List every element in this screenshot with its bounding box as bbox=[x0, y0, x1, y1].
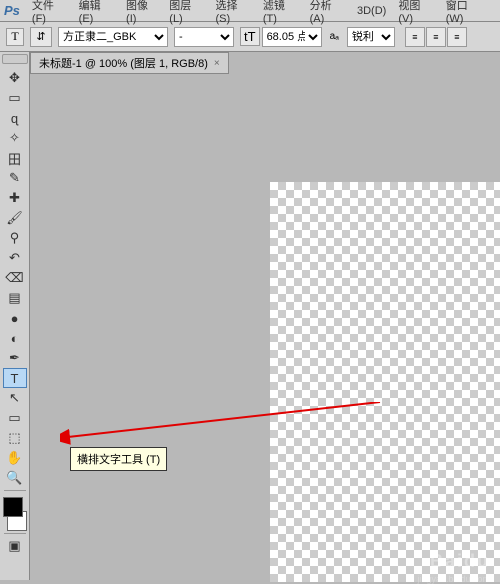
menu-edit[interactable]: 编辑(E) bbox=[79, 0, 114, 25]
stamp-tool[interactable]: ⚲ bbox=[3, 228, 27, 248]
document-tab[interactable]: 未标题-1 @ 100% (图层 1, RGB/8) × bbox=[30, 52, 229, 74]
tool-tooltip: 横排文字工具 (T) bbox=[70, 447, 167, 471]
eyedropper-tool[interactable]: ✎ bbox=[3, 168, 27, 188]
toolbox-separator bbox=[4, 490, 26, 491]
align-center-button[interactable]: ≡ bbox=[426, 27, 446, 47]
watermark-sub: jingyan.baidu.com bbox=[417, 574, 490, 584]
lasso-tool[interactable]: ɋ bbox=[3, 108, 27, 128]
close-icon[interactable]: × bbox=[214, 58, 220, 69]
antialias-select[interactable]: 锐利 bbox=[347, 27, 395, 47]
menu-select[interactable]: 选择(S) bbox=[215, 0, 250, 25]
watermark: Baidu bbox=[430, 551, 490, 572]
brush-tool[interactable]: 🖌 bbox=[3, 208, 27, 228]
screen-mode-button[interactable]: ▣ bbox=[3, 536, 27, 556]
current-tool-icon[interactable]: T bbox=[6, 28, 24, 46]
eraser-tool[interactable]: ⌫ bbox=[3, 268, 27, 288]
menu-file[interactable]: 文件(F) bbox=[32, 0, 67, 25]
font-style-select[interactable]: - bbox=[174, 27, 234, 47]
path-selection-tool[interactable]: ↖ bbox=[3, 388, 27, 408]
crop-tool[interactable]: ⽥ bbox=[3, 148, 27, 168]
menu-analysis[interactable]: 分析(A) bbox=[310, 0, 345, 25]
move-tool[interactable]: ✥ bbox=[3, 68, 27, 88]
magic-wand-tool[interactable]: ✧ bbox=[3, 128, 27, 148]
3d-tool[interactable]: ⬚ bbox=[3, 428, 27, 448]
zoom-tool[interactable]: 🔍 bbox=[3, 468, 27, 488]
menu-image[interactable]: 图像(I) bbox=[126, 0, 157, 25]
toolbox-grip[interactable] bbox=[2, 54, 28, 64]
shape-tool[interactable]: ▭ bbox=[3, 408, 27, 428]
align-right-button[interactable]: ≡ bbox=[447, 27, 467, 47]
font-size-group: tT 68.05 点 bbox=[240, 27, 322, 47]
history-brush-tool[interactable]: ↶ bbox=[3, 248, 27, 268]
font-family-select[interactable]: 方正隶二_GBK bbox=[58, 27, 168, 47]
gradient-tool[interactable]: ▤ bbox=[3, 288, 27, 308]
dodge-tool[interactable]: ◐ bbox=[3, 328, 27, 348]
text-align-group: ≡ ≡ ≡ bbox=[405, 27, 467, 47]
toolbox-separator-2 bbox=[4, 533, 26, 534]
marquee-tool[interactable]: ▭ bbox=[3, 88, 27, 108]
foreground-color[interactable] bbox=[3, 497, 23, 517]
canvas-area: 未标题-1 @ 100% (图层 1, RGB/8) × 横排文字工具 (T) … bbox=[30, 52, 500, 580]
hand-tool[interactable]: ✋ bbox=[3, 448, 27, 468]
menu-view[interactable]: 视图(V) bbox=[398, 0, 433, 25]
menu-filter[interactable]: 滤镜(T) bbox=[263, 0, 298, 25]
app-logo: Ps bbox=[4, 3, 20, 18]
document-canvas[interactable] bbox=[270, 182, 500, 582]
type-tool[interactable]: T bbox=[3, 368, 27, 388]
menu-window[interactable]: 窗口(W) bbox=[446, 0, 484, 25]
menu-3d[interactable]: 3D(D) bbox=[357, 5, 386, 17]
toolbox: ✥ ▭ ɋ ✧ ⽥ ✎ ✚ 🖌 ⚲ ↶ ⌫ ▤ ● ◐ ✒ T ↖ ▭ ⬚ ✋ … bbox=[0, 52, 30, 580]
menu-bar: Ps 文件(F) 编辑(E) 图像(I) 图层(L) 选择(S) 滤镜(T) 分… bbox=[0, 0, 500, 22]
pen-tool[interactable]: ✒ bbox=[3, 348, 27, 368]
align-left-button[interactable]: ≡ bbox=[405, 27, 425, 47]
document-tab-label: 未标题-1 @ 100% (图层 1, RGB/8) bbox=[39, 55, 208, 71]
font-size-icon: tT bbox=[240, 27, 260, 46]
font-size-select[interactable]: 68.05 点 bbox=[262, 27, 322, 47]
text-orientation-button[interactable]: ⇵ bbox=[30, 27, 52, 47]
menu-layer[interactable]: 图层(L) bbox=[169, 0, 203, 25]
antialias-icon: aₐ bbox=[328, 29, 341, 44]
options-bar: T ⇵ 方正隶二_GBK - tT 68.05 点 aₐ 锐利 ≡ ≡ ≡ bbox=[0, 22, 500, 52]
blur-tool[interactable]: ● bbox=[3, 308, 27, 328]
main-area: ✥ ▭ ɋ ✧ ⽥ ✎ ✚ 🖌 ⚲ ↶ ⌫ ▤ ● ◐ ✒ T ↖ ▭ ⬚ ✋ … bbox=[0, 52, 500, 580]
healing-tool[interactable]: ✚ bbox=[3, 188, 27, 208]
